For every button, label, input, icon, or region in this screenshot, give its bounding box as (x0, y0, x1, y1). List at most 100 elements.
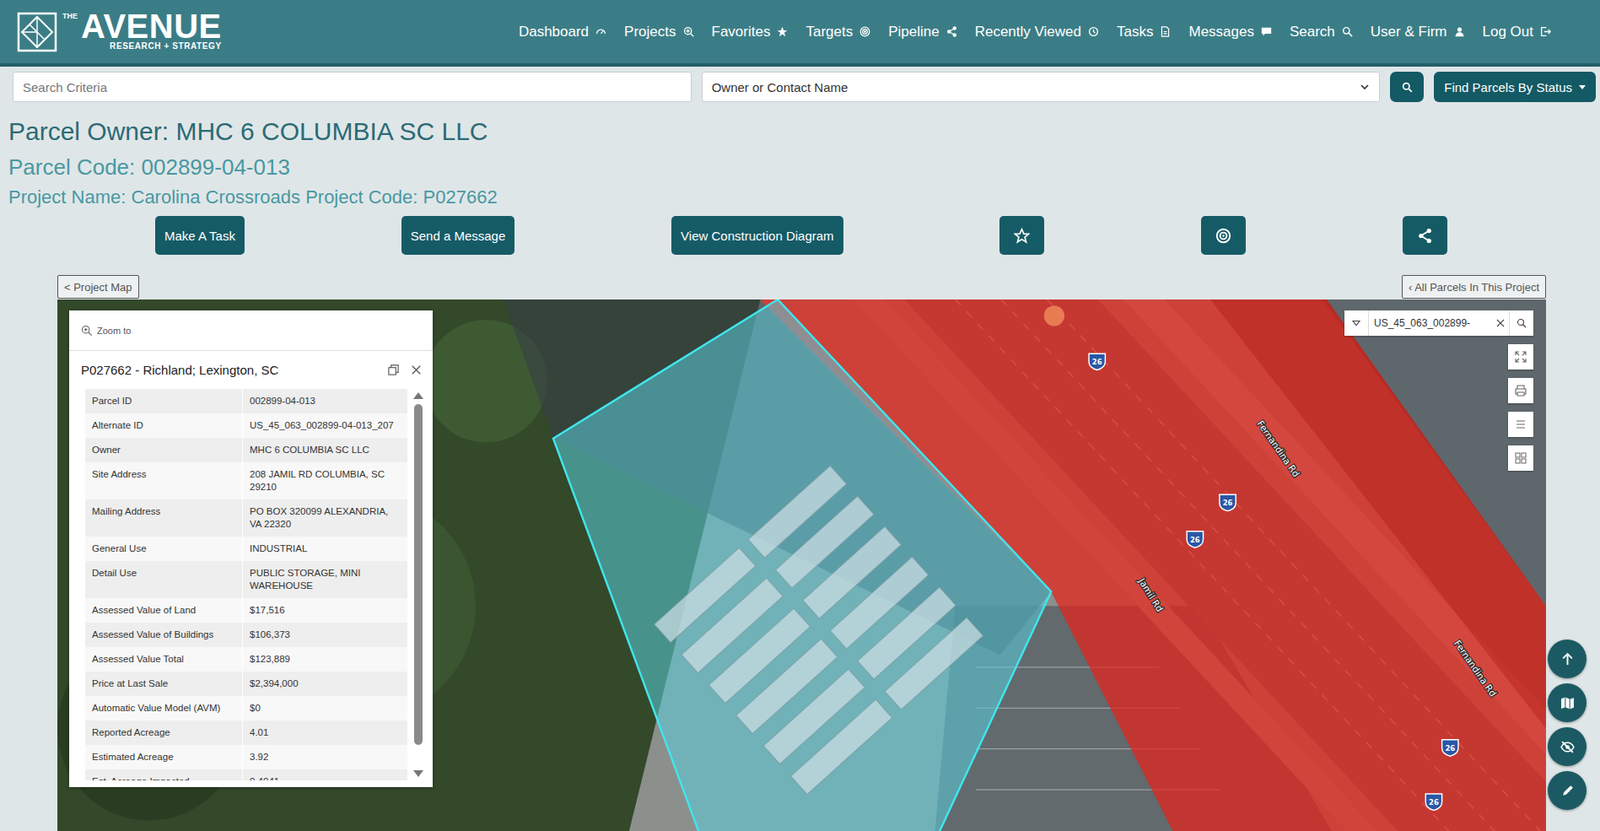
scroll-top-button[interactable] (1547, 639, 1587, 679)
project-map-link[interactable]: < Project Map (57, 274, 140, 299)
attribute-label: Reported Acreage (85, 720, 243, 745)
nav-item[interactable]: Messages (1188, 23, 1272, 41)
zoom-in-icon (80, 324, 93, 337)
scroll-down-icon[interactable] (413, 770, 424, 777)
status-button-label: Find Parcels By Status (1443, 80, 1573, 95)
impact-overlap (1210, 299, 1547, 729)
close-icon[interactable] (409, 363, 423, 377)
attribute-label: Est. Acreage Impacted (85, 769, 243, 781)
share-nodes-icon (1416, 227, 1433, 244)
project-name: Project Name: Carolina Crossroads Projec… (8, 184, 1600, 211)
layer-list-button[interactable] (1508, 411, 1534, 437)
clock-icon (1088, 26, 1099, 38)
parcel-code: Parcel Code: 002899-04-013 (8, 152, 1600, 182)
nav-item[interactable]: Tasks (1116, 23, 1171, 41)
nav-label: Targets (805, 23, 853, 41)
star-outline-icon (1013, 227, 1030, 244)
attribute-row: Parcel ID002899-04-013 (85, 388, 408, 414)
attribute-label: Assessed Value of Buildings (85, 622, 243, 647)
search-source-dropdown[interactable] (1344, 310, 1369, 336)
attribute-row: OwnerMHC 6 COLUMBIA SC LLC (85, 437, 408, 463)
attribute-value: US_45_063_002899-04-013_207 (242, 413, 408, 438)
attribute-label: Detail Use (85, 560, 243, 598)
attribute-label: Parcel ID (85, 388, 243, 414)
scroll-thumb[interactable] (414, 404, 423, 745)
road-label: Jamil Rd (1135, 575, 1165, 614)
road-label: Fernandina Rd (1451, 638, 1499, 700)
nav-label: Projects (624, 23, 676, 41)
gauge-icon (595, 26, 607, 38)
nav-label: Tasks (1116, 23, 1153, 41)
attribute-label: General Use (85, 536, 243, 561)
nav-item[interactable]: Projects (624, 23, 694, 41)
nav-item[interactable]: Search (1289, 23, 1353, 41)
user-icon (1454, 26, 1466, 38)
nav-label: User & Firm (1370, 23, 1448, 41)
parcel-popup: Zoom toP027662 - Richland; Lexington, SC… (69, 310, 433, 787)
attribute-label: Owner (85, 437, 243, 463)
star-icon (776, 26, 788, 38)
dock-window-icon[interactable] (387, 363, 400, 377)
pipeline-button[interactable] (1402, 215, 1448, 255)
attribute-label: Estimated Acreage (85, 744, 243, 770)
shield-number: 26 (1222, 498, 1234, 507)
arrow-up-icon (1560, 651, 1575, 667)
target-button[interactable] (1201, 215, 1246, 255)
nav-item[interactable]: Pipeline (888, 23, 958, 41)
shield-number: 26 (1444, 743, 1455, 753)
parcel-polygon[interactable] (553, 299, 1051, 831)
fullscreen-button[interactable] (1508, 344, 1534, 370)
scroll-up-icon[interactable] (413, 392, 424, 399)
nav-item[interactable]: Dashboard (518, 23, 607, 41)
favorite-button[interactable] (999, 215, 1045, 255)
search-type-select[interactable]: Owner or Contact Name (701, 71, 1381, 103)
action-button[interactable]: Make A Task (155, 215, 245, 255)
attribute-row: Automatic Value Model (AVM)$0 (85, 695, 408, 721)
msg-icon (1260, 26, 1272, 38)
attribute-value: 0.4041 (242, 769, 408, 781)
search-button[interactable] (1389, 71, 1424, 103)
map-search-input[interactable]: US_45_063_002899- (1368, 317, 1493, 329)
road-label: Fernandina Rd (1254, 418, 1302, 480)
shield-icon (1442, 739, 1459, 756)
map[interactable]: 2626262626Fernandina RdFernandina RdJami… (57, 299, 1547, 831)
caret-down-icon (1351, 317, 1362, 329)
attribute-label: Automatic Value Model (AVM) (85, 695, 243, 721)
map-search-button[interactable] (1508, 310, 1534, 336)
logout-icon (1540, 26, 1552, 38)
zoom-to-bar[interactable]: Zoom to (69, 310, 433, 351)
attribute-value: PO BOX 320099 ALEXANDRIA, VA 22320 (242, 499, 408, 537)
select-value: Owner or Contact Name (711, 80, 849, 95)
nav-item[interactable]: Favorites (711, 23, 789, 41)
nav-item[interactable]: Recently Viewed (975, 23, 1099, 41)
attribute-rows: Parcel ID002899-04-013Alternate IDUS_45_… (85, 388, 408, 781)
action-button[interactable]: Send a Message (401, 215, 516, 255)
attribute-value: $0 (242, 695, 408, 721)
map-tools (1508, 344, 1534, 471)
edit-button[interactable] (1547, 770, 1587, 810)
logo[interactable]: THEAVENUERESEARCH + STRATEGY (16, 11, 222, 53)
attribute-value: INDUSTRIAL (242, 536, 408, 561)
expand-icon (1513, 350, 1528, 364)
attribute-row: Assessed Value of Land$17,516 (85, 597, 408, 623)
scrollbar[interactable] (412, 388, 425, 781)
grid-icon (1513, 451, 1528, 465)
search-criteria-input[interactable] (12, 71, 692, 103)
hide-layer-button[interactable] (1547, 727, 1587, 766)
all-parcels-link[interactable]: ‹ All Parcels In This Project (1401, 274, 1547, 299)
nav-item[interactable]: Log Out (1482, 23, 1552, 41)
target-icon (1215, 227, 1232, 244)
print-button[interactable] (1508, 377, 1534, 404)
map-view-button[interactable] (1547, 683, 1587, 722)
attribute-value: 3.92 (242, 744, 408, 770)
attribute-row: Assessed Value Total$123,889 (85, 646, 408, 672)
attribute-row: Mailing AddressPO BOX 320099 ALEXANDRIA,… (85, 499, 408, 537)
clear-icon[interactable] (1495, 317, 1506, 329)
find-parcels-status-button[interactable]: Find Parcels By Status (1433, 71, 1596, 103)
action-button[interactable]: View Construction Diagram (671, 215, 843, 255)
nav-item[interactable]: User & Firm (1370, 23, 1466, 41)
nav-item[interactable]: Targets (805, 23, 871, 41)
basemap-button[interactable] (1508, 445, 1534, 471)
attribute-row: Site Address208 JAMIL RD COLUMBIA, SC 29… (85, 462, 408, 500)
zoom-to-label: Zoom to (96, 325, 131, 336)
